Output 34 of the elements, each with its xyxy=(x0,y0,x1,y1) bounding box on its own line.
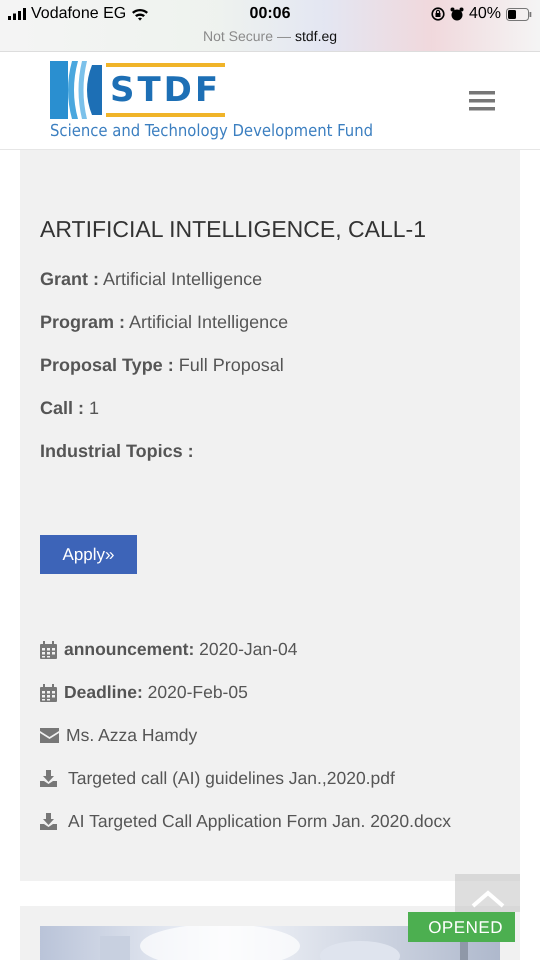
call-field: Program : Artificial Intelligence xyxy=(40,301,500,344)
rotation-lock-icon xyxy=(430,7,445,21)
calendar-icon xyxy=(40,684,57,702)
carrier-name: Vodafone EG xyxy=(31,5,126,23)
clock-time: 00:06 xyxy=(250,5,290,23)
contact-name[interactable]: Ms. Azza Hamdy xyxy=(66,725,198,746)
site-domain[interactable]: stdf.eg xyxy=(295,28,338,44)
call-field: Call : 1 xyxy=(40,387,500,430)
envelope-icon xyxy=(40,728,59,743)
call-title: ARTIFICIAL INTELLIGENCE, CALL-1 xyxy=(40,215,428,244)
calendar-icon xyxy=(40,640,57,658)
download-icon xyxy=(40,770,57,787)
address-separator: — xyxy=(277,28,291,44)
call-field: Grant : Artificial Intelligence xyxy=(40,258,500,301)
signal-icon xyxy=(8,8,26,20)
chevron-up-icon xyxy=(470,890,504,908)
download-icon xyxy=(40,813,57,830)
battery-icon xyxy=(506,8,532,20)
apply-button[interactable]: Apply» xyxy=(40,535,137,574)
date-text: announcement: 2020-Jan-04 xyxy=(64,639,298,660)
call-field: Proposal Type : Full Proposal xyxy=(40,344,500,387)
security-label: Not Secure xyxy=(202,28,273,44)
call-field: Industrial Topics : xyxy=(40,430,500,473)
logo-wordmark: STDF xyxy=(106,63,226,117)
date-text: Deadline: 2020-Feb-05 xyxy=(64,682,248,703)
status-badge: OPENED xyxy=(408,912,515,942)
logo-tagline: Science and Technology Development Fund xyxy=(50,121,374,140)
menu-button[interactable] xyxy=(469,90,495,110)
file-link[interactable]: AI Targeted Call Application Form Jan. 2020.docx xyxy=(68,811,451,832)
menu-icon xyxy=(469,90,495,110)
file-link[interactable]: Targeted call (AI) guidelines Jan.,2020.pdf xyxy=(68,768,395,789)
logo-mark-icon xyxy=(50,61,102,119)
battery-percent: 40% xyxy=(468,5,502,23)
wifi-icon xyxy=(131,7,150,21)
